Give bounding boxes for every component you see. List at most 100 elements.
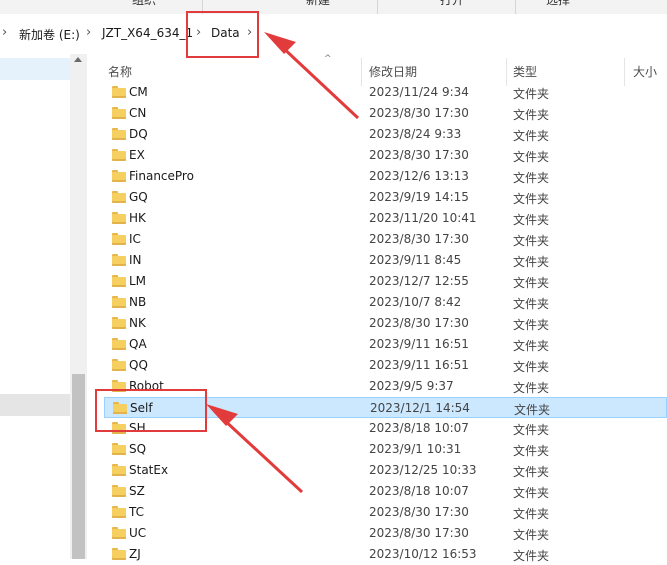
file-type: 文件夹 [513, 507, 550, 521]
file-date: 2023/8/18 10:07 [369, 484, 469, 498]
file-date: 2023/9/11 16:51 [369, 337, 469, 351]
file-row[interactable]: StatEx 2023/12/25 10:33 文件夹 [104, 460, 667, 481]
file-name: TC [129, 505, 145, 519]
folder-icon [112, 548, 126, 560]
file-row[interactable]: NB 2023/10/7 8:42 文件夹 [104, 292, 667, 313]
file-date: 2023/8/30 17:30 [369, 232, 469, 246]
breadcrumb-drive[interactable]: 新加卷 (E:) [19, 26, 80, 43]
nav-scrollbar[interactable] [70, 54, 87, 559]
file-name: CM [129, 85, 148, 99]
file-name: SQ [129, 442, 147, 456]
folder-icon [112, 275, 126, 287]
folder-icon [112, 464, 126, 476]
scroll-up-icon[interactable] [74, 57, 82, 62]
file-row[interactable]: QQ 2023/9/11 16:51 文件夹 [104, 355, 667, 376]
scrollbar-thumb[interactable] [72, 374, 85, 559]
file-date: 2023/12/25 10:33 [369, 463, 477, 477]
ribbon-separator [377, 0, 378, 14]
file-type: 文件夹 [513, 213, 550, 227]
file-date: 2023/8/18 10:07 [369, 421, 469, 435]
file-type: 文件夹 [513, 276, 550, 290]
column-size[interactable]: 大小 [633, 63, 657, 80]
file-name: FinancePro [129, 169, 194, 183]
file-name: NK [129, 316, 146, 330]
address-bar[interactable]: › 新加卷 (E:) › JZT_X64_634_1 › Data › [0, 14, 667, 54]
file-row[interactable]: QA 2023/9/11 16:51 文件夹 [104, 334, 667, 355]
file-date: 2023/9/11 8:45 [369, 253, 462, 267]
folder-icon [112, 443, 126, 455]
folder-icon [112, 296, 126, 308]
nav-item-highlight[interactable] [0, 394, 70, 416]
folder-icon [112, 233, 126, 245]
file-row[interactable]: UC 2023/8/30 17:30 文件夹 [104, 523, 667, 544]
file-name: IC [129, 232, 141, 246]
file-date: 2023/8/30 17:30 [369, 526, 469, 540]
file-date: 2023/8/30 17:30 [369, 316, 469, 330]
file-name: NB [129, 295, 147, 309]
file-row[interactable]: TC 2023/8/30 17:30 文件夹 [104, 502, 667, 523]
file-type: 文件夹 [513, 255, 550, 269]
file-date: 2023/8/24 9:33 [369, 127, 462, 141]
file-row[interactable]: IN 2023/9/11 8:45 文件夹 [104, 250, 667, 271]
file-date: 2023/8/30 17:30 [369, 106, 469, 120]
file-row[interactable]: GQ 2023/9/19 14:15 文件夹 [104, 187, 667, 208]
file-row[interactable]: ZJ 2023/10/12 16:53 文件夹 [104, 544, 667, 565]
file-row[interactable]: CM 2023/11/24 9:34 文件夹 [104, 82, 667, 103]
file-row[interactable]: IC 2023/8/30 17:30 文件夹 [104, 229, 667, 250]
file-row[interactable]: SQ 2023/9/1 10:31 文件夹 [104, 439, 667, 460]
nav-item-selected[interactable] [0, 58, 70, 80]
file-row[interactable]: EX 2023/8/30 17:30 文件夹 [104, 145, 667, 166]
file-date: 2023/12/7 12:55 [369, 274, 469, 288]
file-name: CN [129, 106, 147, 120]
folder-icon [112, 338, 126, 350]
column-type[interactable]: 类型 [513, 63, 537, 80]
file-date: 2023/9/19 14:15 [369, 190, 469, 204]
file-type: 文件夹 [513, 381, 550, 395]
folder-icon [112, 485, 126, 497]
ribbon: 组织 新建 打开 选择 [0, 0, 667, 15]
file-type: 文件夹 [513, 465, 550, 479]
file-type: 文件夹 [513, 528, 550, 542]
file-row[interactable]: CN 2023/8/30 17:30 文件夹 [104, 103, 667, 124]
file-date: 2023/8/30 17:30 [369, 505, 469, 519]
file-row[interactable]: SZ 2023/8/18 10:07 文件夹 [104, 481, 667, 502]
sort-ascending-icon: ^ [324, 54, 332, 64]
file-row[interactable]: HK 2023/11/20 10:41 文件夹 [104, 208, 667, 229]
file-type: 文件夹 [513, 339, 550, 353]
file-date: 2023/9/5 9:37 [369, 379, 454, 393]
chevron-right-icon[interactable]: › [86, 25, 91, 40]
folder-icon [112, 191, 126, 203]
file-name: IN [129, 253, 142, 267]
file-type: 文件夹 [513, 444, 550, 458]
file-type: 文件夹 [514, 403, 551, 417]
ribbon-group-organize[interactable]: 组织 [132, 0, 156, 8]
file-row[interactable]: DQ 2023/8/24 9:33 文件夹 [104, 124, 667, 145]
file-type: 文件夹 [513, 423, 550, 437]
file-type: 文件夹 [513, 360, 550, 374]
ribbon-group-select[interactable]: 选择 [546, 0, 570, 8]
file-row[interactable]: FinancePro 2023/12/6 13:13 文件夹 [104, 166, 667, 187]
file-type: 文件夹 [513, 150, 550, 164]
file-date: 2023/8/30 17:30 [369, 148, 469, 162]
column-date[interactable]: 修改日期 [369, 63, 417, 80]
file-type: 文件夹 [513, 318, 550, 332]
file-name: QA [129, 337, 147, 351]
folder-icon [112, 317, 126, 329]
folder-icon [112, 107, 126, 119]
column-name[interactable]: 名称 [108, 63, 132, 80]
file-row[interactable]: LM 2023/12/7 12:55 文件夹 [104, 271, 667, 292]
file-row[interactable]: NK 2023/8/30 17:30 文件夹 [104, 313, 667, 334]
ribbon-group-new[interactable]: 新建 [306, 0, 330, 8]
file-name: SZ [129, 484, 145, 498]
file-type: 文件夹 [513, 87, 550, 101]
file-name: LM [129, 274, 147, 288]
annotation-box-data [186, 11, 259, 58]
file-name: EX [129, 148, 145, 162]
folder-icon [112, 212, 126, 224]
folder-icon [112, 527, 126, 539]
ribbon-group-open[interactable]: 打开 [440, 0, 464, 8]
breadcrumb-folder[interactable]: JZT_X64_634_1 [102, 26, 193, 40]
chevron-right-icon[interactable]: › [2, 25, 7, 40]
file-type: 文件夹 [513, 192, 550, 206]
folder-icon [112, 506, 126, 518]
